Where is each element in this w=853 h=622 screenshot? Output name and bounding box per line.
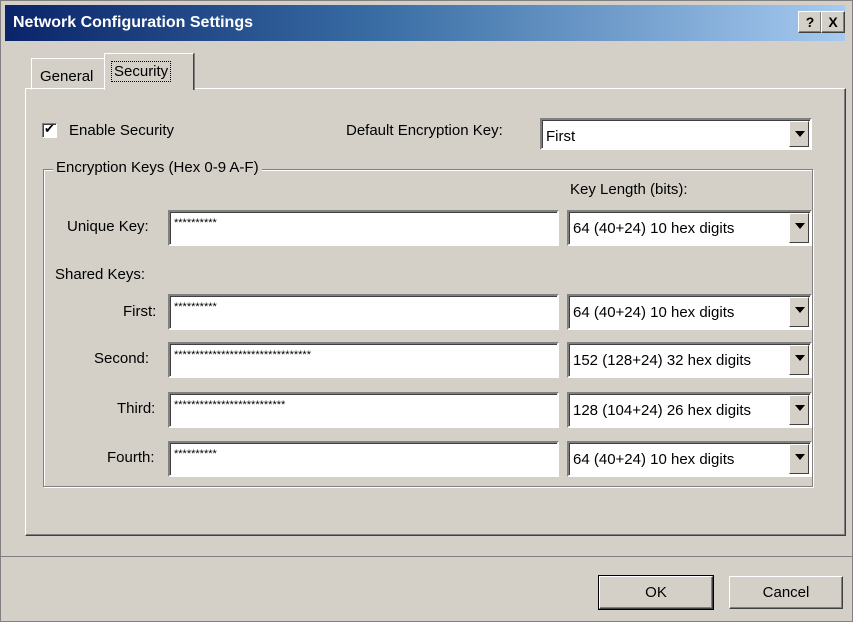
key-length-header: Key Length (bits): [570,181,688,198]
fourth-key-length-select[interactable]: 64 (40+24) 10 hex digits [567,441,812,477]
unique-key-length-value: 64 (40+24) 10 hex digits [573,220,735,237]
default-key-value: First [546,128,576,145]
first-key-value: ********** [174,301,217,313]
second-key-value: ******************************** [174,349,311,361]
tab-general-label: General [40,68,94,85]
third-key-label: Third: [117,400,156,417]
unique-key-input[interactable]: ********** [168,210,559,246]
second-key-label: Second: [94,350,150,367]
first-key-length-value: 64 (40+24) 10 hex digits [573,304,735,321]
help-button[interactable]: ? [798,11,822,33]
fourth-key-value: ********** [174,448,217,460]
first-key-input[interactable]: ********** [168,294,559,330]
first-key-length-select[interactable]: 64 (40+24) 10 hex digits [567,294,812,330]
tab-security[interactable]: Security [104,53,194,90]
close-button[interactable]: X [821,11,845,33]
first-key-label: First: [123,303,157,320]
fourth-key-input[interactable]: ********** [168,441,559,477]
dialog-window: Network Configuration Settings ? X Gener… [0,0,853,622]
encryption-keys-group-title: Encryption Keys (Hex 0-9 A-F) [53,159,262,176]
chevron-down-icon[interactable] [789,213,809,243]
default-key-label: Default Encryption Key: [346,122,503,139]
third-key-value: ************************** [174,399,286,411]
third-key-input[interactable]: ************************** [168,392,559,428]
ok-button[interactable]: OK [598,575,714,610]
cancel-button[interactable]: Cancel [729,576,843,609]
unique-key-length-select[interactable]: 64 (40+24) 10 hex digits [567,210,812,246]
second-key-length-value: 152 (128+24) 32 hex digits [573,352,752,369]
third-key-length-value: 128 (104+24) 26 hex digits [573,402,752,419]
second-key-length-select[interactable]: 152 (128+24) 32 hex digits [567,342,812,378]
second-key-input[interactable]: ******************************** [168,342,559,378]
tab-security-label: Security [110,61,172,82]
chevron-down-icon[interactable] [789,444,809,474]
chevron-down-icon[interactable] [789,297,809,327]
enable-security-checkbox[interactable] [42,121,57,138]
chevron-down-icon[interactable] [789,121,809,147]
fourth-key-label: Fourth: [107,449,155,466]
unique-key-label: Unique Key: [67,218,149,235]
title-bar: Network Configuration Settings ? X [5,5,845,41]
window-title: Network Configuration Settings [13,14,253,31]
third-key-length-select[interactable]: 128 (104+24) 26 hex digits [567,392,812,428]
enable-security-label: Enable Security [69,122,175,139]
chevron-down-icon[interactable] [789,395,809,425]
unique-key-value: ********** [174,217,217,229]
tab-general[interactable]: General [31,58,105,90]
chevron-down-icon[interactable] [789,345,809,375]
footer-divider [1,556,852,557]
fourth-key-length-value: 64 (40+24) 10 hex digits [573,451,735,468]
default-key-select[interactable]: First [540,118,812,150]
shared-keys-label: Shared Keys: [55,266,146,283]
